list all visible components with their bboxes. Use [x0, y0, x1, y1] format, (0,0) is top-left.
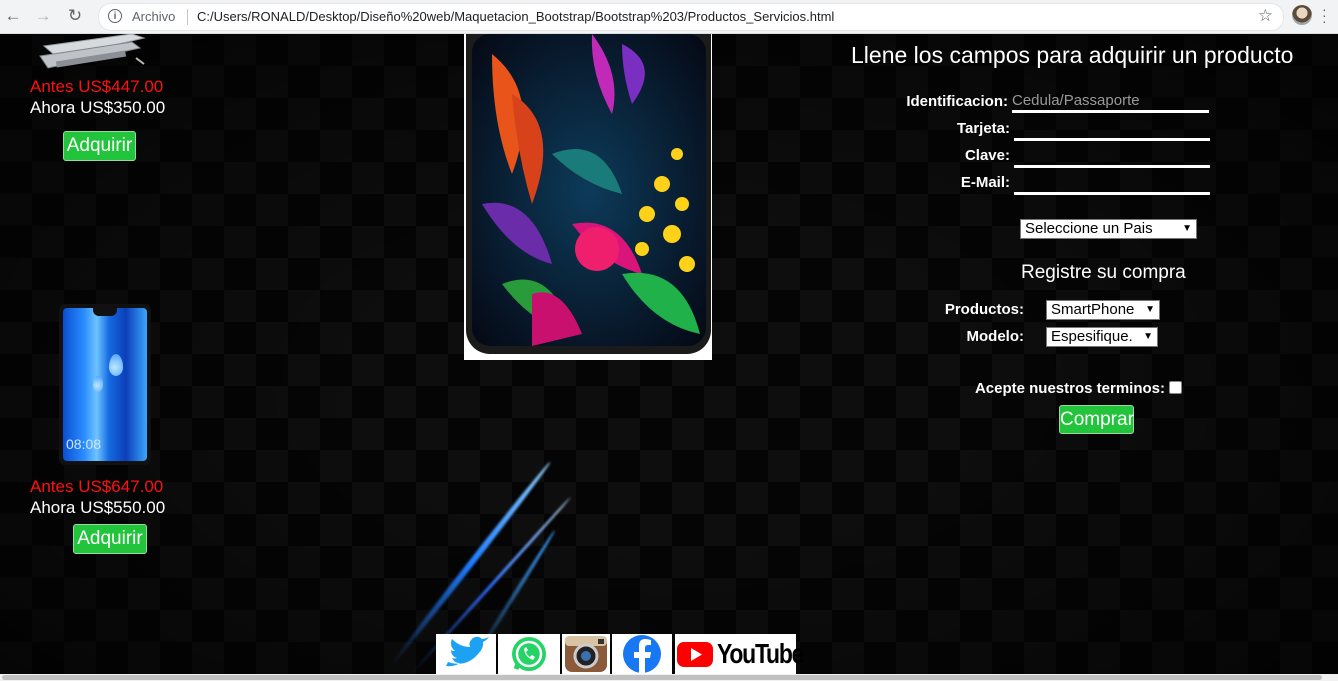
field-label-clave: Clave: — [964, 147, 1010, 164]
adquirir-button[interactable]: Adquirir — [63, 131, 136, 161]
modelo-select[interactable]: Espesifique. ▼ — [1046, 327, 1158, 347]
modelo-label: Modelo: — [966, 328, 1025, 345]
tarjeta-input[interactable] — [1014, 119, 1210, 141]
youtube-icon[interactable]: YouTube — [675, 634, 804, 674]
chevron-down-icon: ▼ — [1145, 304, 1155, 315]
scheme-label: Archivo — [132, 9, 176, 24]
country-select-value: Seleccione un Pais — [1025, 220, 1153, 237]
youtube-wordmark: YouTube — [717, 638, 804, 669]
forward-icon[interactable]: → — [32, 5, 54, 27]
new-price: Ahora US$350.00 — [30, 98, 166, 117]
clave-input[interactable] — [1014, 146, 1210, 168]
terms-label: Acepte nuestros terminos: — [974, 380, 1165, 397]
info-icon[interactable]: i — [108, 9, 122, 23]
facebook-icon[interactable] — [612, 634, 672, 674]
menu-kebab-icon[interactable]: · · · — [1322, 2, 1327, 28]
bookmark-star-icon[interactable]: ☆ — [1258, 6, 1273, 26]
comprar-button[interactable]: Comprar — [1059, 405, 1134, 434]
reload-icon[interactable]: ↻ — [64, 5, 86, 27]
email-input[interactable] — [1014, 173, 1210, 195]
url-text[interactable]: C:/Users/RONALD/Desktop/Diseño%20web/Maq… — [197, 9, 834, 24]
terms-checkbox[interactable] — [1169, 381, 1182, 394]
instagram-icon[interactable] — [562, 634, 610, 674]
divider — [187, 9, 188, 25]
register-title: Registre su compra — [1021, 262, 1186, 283]
chevron-down-icon: ▼ — [1182, 223, 1192, 234]
profile-avatar[interactable] — [1292, 5, 1312, 25]
identificacion-input[interactable]: Cedula/Passaporte — [1012, 91, 1209, 113]
field-label-email: E-Mail: — [960, 174, 1010, 191]
productos-select[interactable]: SmartPhone ▼ — [1046, 300, 1160, 320]
twitter-icon[interactable] — [436, 634, 496, 674]
scrollbar-thumb[interactable] — [2, 675, 1322, 680]
productos-label: Productos: — [944, 301, 1024, 318]
featured-phone-image — [464, 34, 712, 360]
form-title: Llene los campos para adquirir un produc… — [851, 42, 1294, 68]
browser-toolbar: ← → ↻ i Archivo C:/Users/RONALD/Desktop/… — [0, 0, 1338, 34]
phone-clock: 08:08 — [66, 436, 102, 452]
field-label-identificacion: Identificacion: — [906, 93, 1008, 110]
productos-select-value: SmartPhone — [1051, 301, 1135, 318]
laptop-image — [39, 34, 146, 69]
back-icon[interactable]: ← — [2, 5, 24, 27]
address-bar[interactable]: i Archivo C:/Users/RONALD/Desktop/Diseño… — [98, 3, 1284, 31]
phone-image: 08:08 — [59, 304, 151, 465]
country-select[interactable]: Seleccione un Pais ▼ — [1020, 219, 1197, 239]
old-price: Antes US$647.00 — [30, 477, 164, 496]
old-price: Antes US$447.00 — [30, 77, 164, 96]
whatsapp-icon[interactable] — [498, 634, 560, 674]
horizontal-scrollbar[interactable] — [0, 674, 1338, 681]
flower-wallpaper — [472, 34, 706, 346]
new-price: Ahora US$550.00 — [30, 498, 166, 517]
field-label-tarjeta: Tarjeta: — [956, 120, 1010, 137]
modelo-select-value: Espesifique. — [1051, 328, 1133, 345]
adquirir-button[interactable]: Adquirir — [73, 524, 147, 554]
page-body: Antes US$447.00 Ahora US$350.00 Adquirir… — [0, 34, 1338, 674]
chevron-down-icon: ▼ — [1143, 331, 1153, 342]
